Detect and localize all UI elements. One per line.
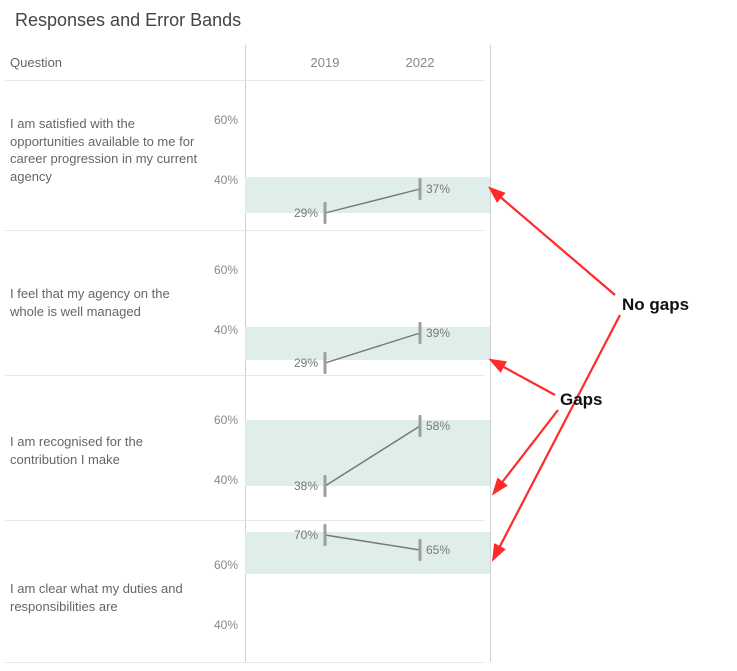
data-marker: [324, 202, 327, 224]
chart-row: I am satisfied with the opportunities av…: [0, 80, 490, 230]
plot-area: 38% 58%: [245, 375, 490, 525]
data-marker: [324, 475, 327, 497]
data-marker: [419, 322, 422, 344]
annotation-gaps: Gaps: [560, 390, 603, 410]
chart-container: Responses and Error Bands Question 2019 …: [0, 0, 737, 671]
ytick-label: 40%: [214, 473, 238, 487]
value-label: 65%: [426, 543, 450, 557]
question-text: I feel that my agency on the whole is we…: [10, 285, 205, 320]
data-marker: [419, 415, 422, 437]
error-band: [245, 177, 490, 213]
chart-row: I feel that my agency on the whole is we…: [0, 230, 490, 380]
column-headers-years: 2019 2022: [245, 55, 490, 75]
chart-title: Responses and Error Bands: [15, 10, 241, 31]
value-label: 38%: [294, 479, 318, 493]
value-label: 29%: [294, 356, 318, 370]
value-label: 39%: [426, 326, 450, 340]
data-marker: [419, 539, 422, 561]
question-text: I am recognised for the contribution I m…: [10, 433, 205, 468]
data-marker: [324, 524, 327, 546]
data-marker: [324, 352, 327, 374]
value-label: 37%: [426, 182, 450, 196]
plot-area: 29% 39%: [245, 230, 490, 380]
ytick-label: 60%: [214, 413, 238, 427]
data-marker: [419, 178, 422, 200]
error-band: [245, 532, 490, 574]
plot-area: 29% 37%: [245, 80, 490, 230]
column-header-question: Question: [10, 55, 62, 70]
year-label-2022: 2022: [406, 55, 435, 70]
value-label: 58%: [426, 419, 450, 433]
ytick-label: 60%: [214, 558, 238, 572]
question-text: I am satisfied with the opportunities av…: [10, 115, 205, 185]
question-text: I am clear what my duties and responsibi…: [10, 580, 205, 615]
error-band: [245, 420, 490, 486]
ytick-label: 60%: [214, 263, 238, 277]
annotation-no-gaps: No gaps: [622, 295, 689, 315]
value-label: 29%: [294, 206, 318, 220]
chart-row: I am recognised for the contribution I m…: [0, 375, 490, 525]
ytick-label: 40%: [214, 323, 238, 337]
year-label-2019: 2019: [311, 55, 340, 70]
ytick-label: 40%: [214, 618, 238, 632]
error-band: [245, 327, 490, 360]
ytick-label: 40%: [214, 173, 238, 187]
gridline-vertical: [490, 45, 491, 662]
ytick-label: 60%: [214, 113, 238, 127]
chart-row: I am clear what my duties and responsibi…: [0, 520, 490, 670]
plot-area: 70% 65%: [245, 520, 490, 670]
value-label: 70%: [294, 528, 318, 542]
